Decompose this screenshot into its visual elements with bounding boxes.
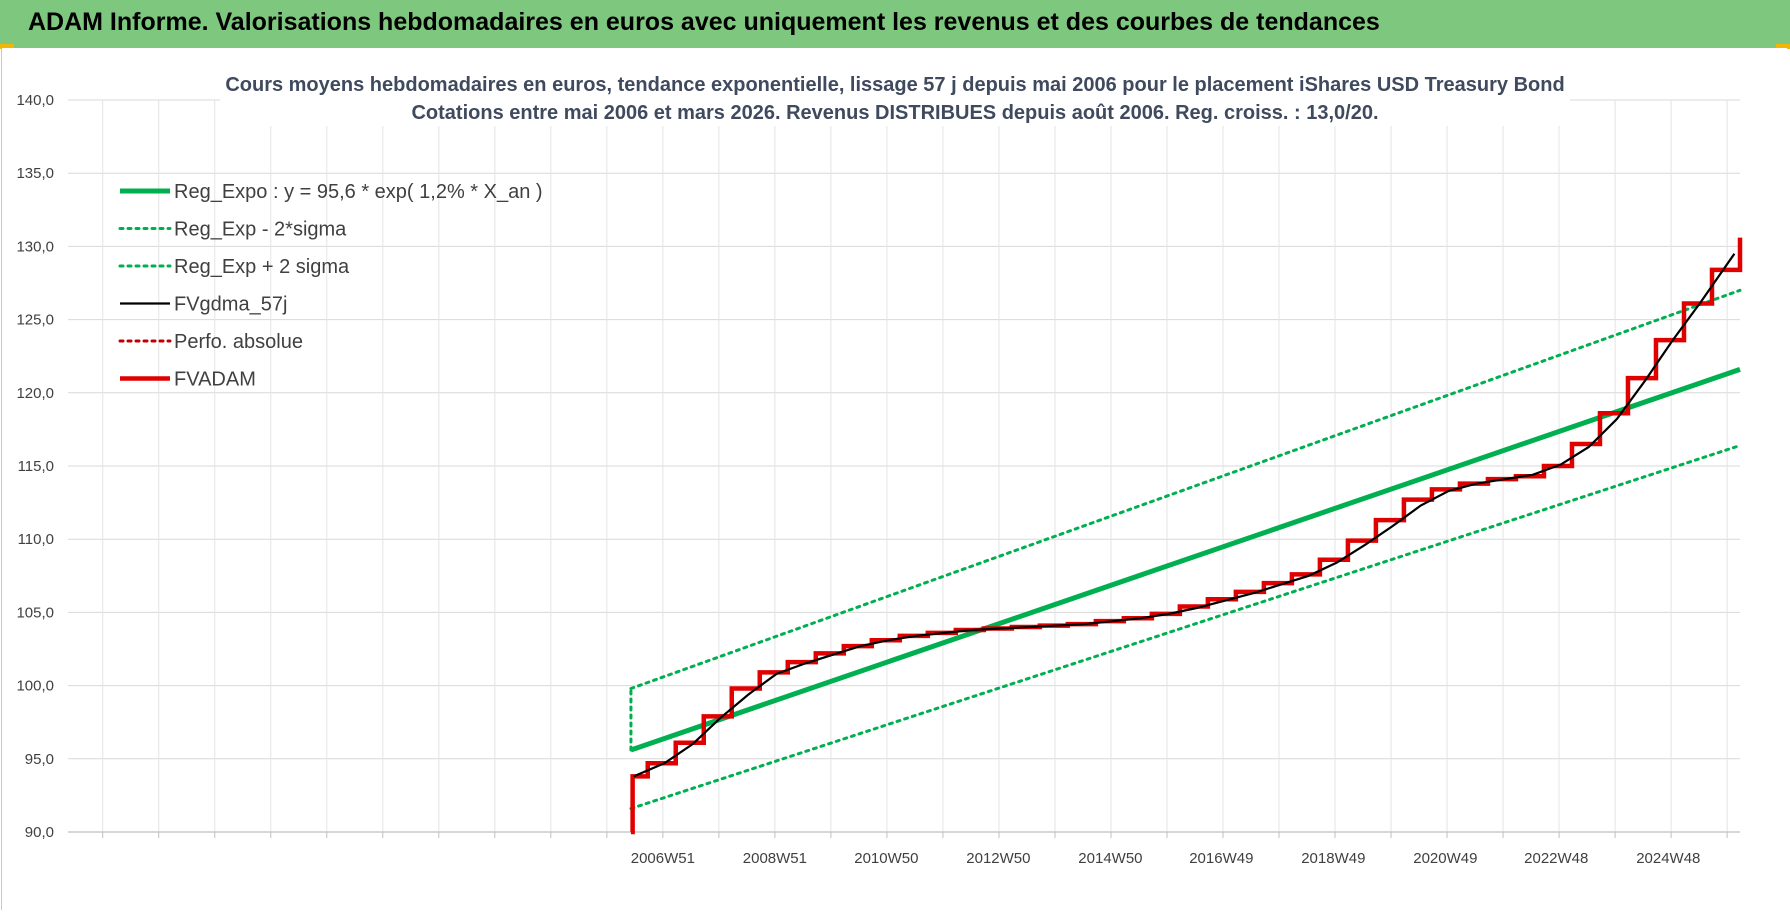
x-tick-label: 2006W51 bbox=[631, 850, 695, 867]
y-tick-label: 100,0 bbox=[16, 678, 54, 695]
y-tick-label: 115,0 bbox=[18, 458, 54, 475]
x-tick-label: 2012W50 bbox=[966, 850, 1030, 867]
report-title: ADAM Informe. Valorisations hebdomadaire… bbox=[28, 8, 1380, 36]
y-tick-label: 120,0 bbox=[16, 385, 54, 402]
x-tick-label: 2010W50 bbox=[854, 850, 918, 867]
y-tick-label: 110,0 bbox=[18, 531, 54, 548]
x-tick-label: 2020W49 bbox=[1413, 850, 1477, 867]
y-tick-label: 140,0 bbox=[16, 92, 54, 109]
legend-label: FVADAM bbox=[174, 369, 256, 391]
x-tick-label: 2022W48 bbox=[1524, 850, 1588, 867]
x-tick-label: 2024W48 bbox=[1636, 850, 1700, 867]
legend-label: FVgdma_57j bbox=[174, 294, 287, 316]
legend-label: Reg_Exp - 2*sigma bbox=[174, 219, 347, 241]
legend-label: Perfo. absolue bbox=[174, 331, 303, 353]
y-tick-label: 125,0 bbox=[16, 312, 54, 329]
y-tick-label: 135,0 bbox=[16, 165, 54, 182]
chart: Cours moyens hebdomadaires en euros, ten… bbox=[2, 48, 1787, 910]
report-banner: ADAM Informe. Valorisations hebdomadaire… bbox=[0, 0, 1790, 49]
legend-label: Reg_Exp + 2 sigma bbox=[174, 256, 350, 278]
x-tick-label: 2018W49 bbox=[1301, 850, 1365, 867]
x-tick-label: 2008W51 bbox=[743, 850, 807, 867]
x-tick-label: 2016W49 bbox=[1189, 850, 1253, 867]
y-tick-label: 130,0 bbox=[16, 238, 54, 255]
y-tick-label: 105,0 bbox=[16, 604, 54, 621]
chart-subtitle: Cotations entre mai 2006 et mars 2026. R… bbox=[411, 102, 1378, 124]
y-tick-label: 95,0 bbox=[25, 751, 54, 768]
legend-label: Reg_Expo : y = 95,6 * exp( 1,2% * X_an ) bbox=[174, 181, 543, 203]
chart-title: Cours moyens hebdomadaires en euros, ten… bbox=[225, 74, 1564, 96]
chart-background bbox=[2, 48, 1787, 910]
y-tick-label: 90,0 bbox=[25, 824, 54, 841]
x-tick-label: 2014W50 bbox=[1078, 850, 1142, 867]
